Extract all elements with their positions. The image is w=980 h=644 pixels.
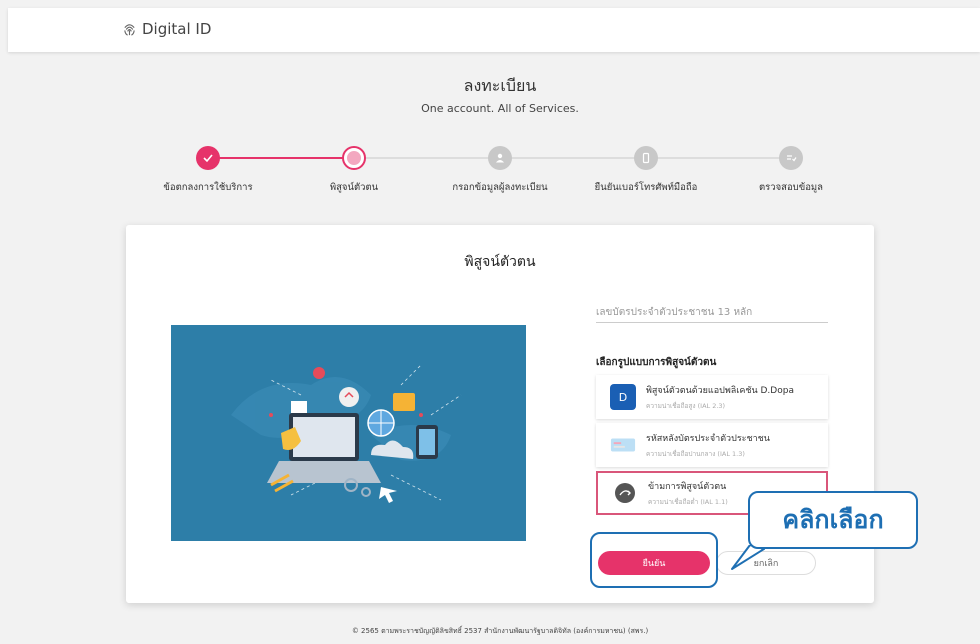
page-title: ลงทะเบียน: [463, 76, 537, 95]
step-verify-identity: พิสูจน์ตัวตน: [284, 146, 424, 195]
id-card-number-input[interactable]: [596, 303, 828, 323]
top-bar: Digital ID: [8, 8, 980, 52]
option-subtitle: ความน่าเชื่อถือต่ำ (IAL 1.1): [648, 498, 728, 506]
option-title: ข้ามการพิสูจน์ตัวตน: [648, 482, 727, 492]
logo-text: Digital ID: [142, 20, 212, 38]
option-id-card-laser-code[interactable]: รหัสหลังบัตรประจำตัวประชาชน ความน่าเชื่อ…: [596, 423, 828, 467]
step-label: พิสูจน์ตัวตน: [329, 182, 379, 193]
svg-text:D: D: [619, 391, 627, 404]
step-label: กรอกข้อมูลผู้ลงทะเบียน: [452, 182, 548, 193]
card-title: พิสูจน์ตัวตน: [464, 254, 536, 270]
step-label: ตรวจสอบข้อมูล: [759, 182, 823, 193]
skip-icon: [612, 480, 638, 506]
step-review: ตรวจสอบข้อมูล: [721, 146, 861, 195]
security-illustration: [171, 325, 526, 541]
option-ddopa-app[interactable]: D พิสูจน์ตัวตนด้วยแอปพลิเคชัน D.Dopa ควา…: [596, 375, 828, 419]
step-label: ยืนยันเบอร์โทรศัพท์มือถือ: [594, 182, 698, 193]
logo[interactable]: Digital ID: [122, 20, 211, 38]
fingerprint-icon: [347, 151, 361, 165]
callout-click-select: คลิกเลือก: [748, 491, 918, 549]
check-icon: [203, 154, 213, 163]
step-verify-phone: ยืนยันเบอร์โทรศัพท์มือถือ: [576, 146, 716, 195]
callout-tail: [731, 545, 765, 570]
step-label: ข้อตกลงการใช้บริการ: [163, 182, 253, 193]
step-dot-done: [196, 146, 220, 170]
option-subtitle: ความน่าเชื่อถือสูง (IAL 2.3): [646, 402, 726, 410]
ddopa-app-icon: D: [610, 384, 636, 410]
step-dot-pending: [779, 146, 803, 170]
footer-copyright: © 2565 ตามพระราชบัญญัติลิขสิทธิ์ 2537 สำ…: [351, 627, 649, 635]
verification-method-label: เลือกรูปแบบการพิสูจน์ตัวตน: [596, 357, 717, 368]
network-security-illustration: [231, 364, 462, 503]
option-subtitle: ความน่าเชื่อถือปานกลาง (IAL 1.3): [646, 450, 745, 458]
fingerprint-icon: [124, 23, 135, 36]
option-title: พิสูจน์ตัวตนด้วยแอปพลิเคชัน D.Dopa: [646, 386, 794, 396]
phone-icon: [642, 152, 650, 164]
step-fill-info: กรอกข้อมูลผู้ลงทะเบียน: [430, 146, 570, 195]
id-card-icon: [610, 432, 636, 458]
step-dot-pending: [488, 146, 512, 170]
step-dot-pending: [634, 146, 658, 170]
step-terms: ข้อตกลงการใช้บริการ: [138, 146, 278, 195]
highlight-box: [590, 532, 718, 588]
option-title: รหัสหลังบัตรประจำตัวประชาชน: [646, 434, 770, 444]
page-subtitle: One account. All of Services.: [421, 102, 579, 115]
check-list-icon: [787, 155, 797, 162]
person-icon: [496, 153, 504, 163]
step-dot-current: [342, 146, 366, 170]
